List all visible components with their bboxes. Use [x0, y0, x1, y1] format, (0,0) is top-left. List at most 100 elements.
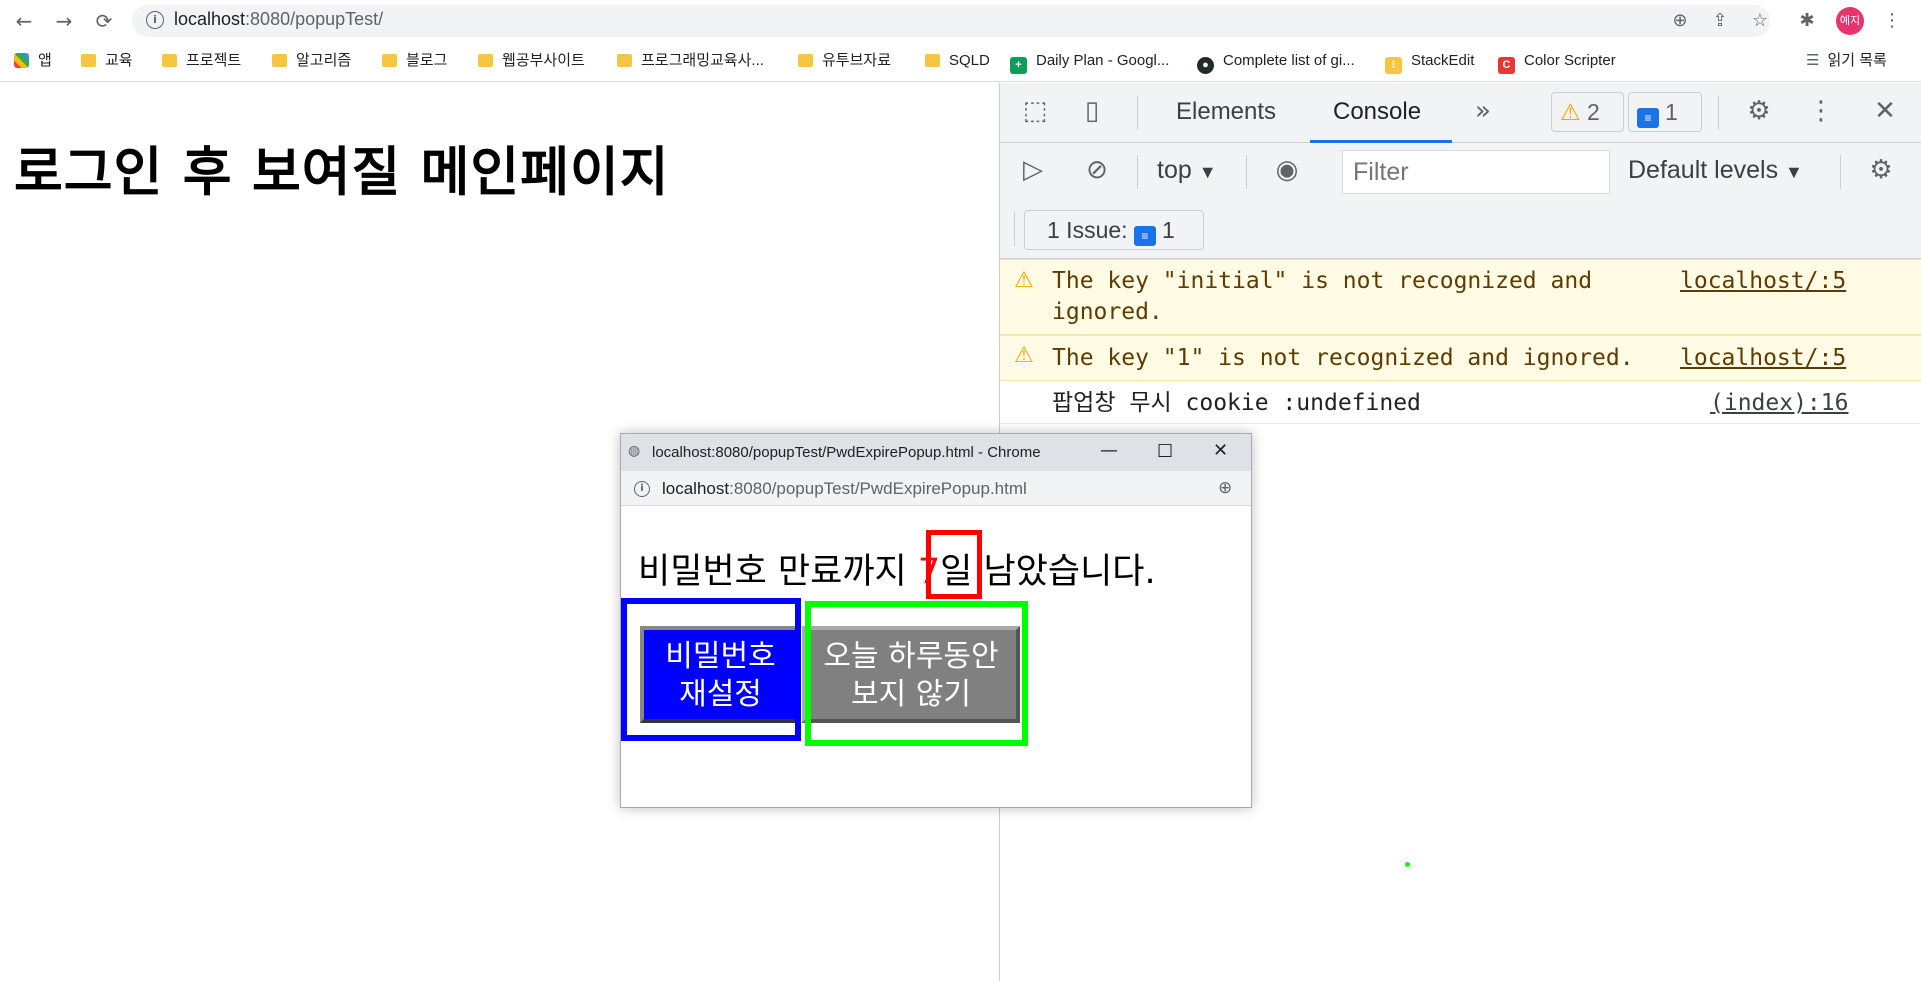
sidebar-toggle-icon[interactable]: ▷ [1016, 155, 1050, 189]
console-message: The key "initial" is not recognized and i… [1052, 266, 1652, 328]
url-host: localhost [174, 9, 246, 29]
bookmark-folder-youtube[interactable]: 유투브자료 [798, 50, 891, 72]
close-icon[interactable]: ✕ [1868, 96, 1902, 130]
message-prefix: 비밀번호 만료까지 [638, 552, 918, 592]
bookmark-folder-project[interactable]: 프로젝트 [162, 50, 241, 72]
zoom-icon[interactable]: ⊕ [1218, 478, 1232, 498]
url-text[interactable]: localhost:8080/popupTest/ [174, 9, 383, 30]
reading-list-label: 읽기 목록 [1827, 52, 1887, 69]
device-toolbar-icon[interactable]: ▯ [1075, 96, 1109, 130]
warning-icon: ⚠ [1014, 268, 1034, 293]
eye-icon[interactable]: ◉ [1270, 155, 1304, 189]
site-info-icon[interactable]: i [146, 11, 164, 29]
messages-badge[interactable]: ≡ 1 [1628, 92, 1702, 132]
reading-list[interactable]: ☰ 읽기 목록 [1806, 50, 1887, 72]
warning-icon: ⚠ [1560, 99, 1581, 125]
bookmark-label: Complete list of gi... [1223, 52, 1355, 69]
bookmark-apps[interactable]: 앱 [14, 50, 52, 72]
console-settings-icon[interactable]: ⚙ [1864, 155, 1898, 189]
stackedit-icon: ⁝ [1385, 57, 1402, 74]
divider [1137, 96, 1138, 130]
folder-icon [81, 54, 96, 67]
bookmark-folder-programming[interactable]: 프로그래밍교육사... [617, 50, 764, 72]
bookmark-github-list[interactable]: ● Complete list of gi... [1197, 50, 1355, 74]
message-source-link[interactable]: localhost/:5 [1680, 266, 1860, 297]
log-levels-value: Default levels [1628, 156, 1779, 184]
bookmark-folder-websites[interactable]: 웹공부사이트 [478, 50, 585, 72]
bookmark-folder-algorithm[interactable]: 알고리즘 [272, 50, 351, 72]
bookmark-label: 알고리즘 [296, 52, 352, 69]
reload-icon[interactable]: ⟳ [91, 8, 117, 34]
message-line: ignored. [1052, 299, 1163, 325]
chevron-down-icon: ▼ [1785, 162, 1803, 182]
bookmark-label: 교육 [105, 52, 133, 69]
bookmark-stackedit[interactable]: ⁝ StackEdit [1385, 50, 1475, 74]
log-levels-select[interactable]: Default levels ▼ [1628, 156, 1803, 185]
divider [1246, 155, 1247, 189]
context-select[interactable]: top ▼ [1157, 156, 1217, 185]
bookmark-label: Daily Plan - Googl... [1036, 52, 1170, 69]
bookmark-label: 프로그래밍교육사... [641, 52, 764, 69]
issues-count: 1 [1161, 217, 1175, 243]
settings-gear-icon[interactable]: ⚙ [1742, 96, 1776, 130]
bookmark-folder-blog[interactable]: 블로그 [382, 50, 447, 72]
bookmark-daily-plan[interactable]: + Daily Plan - Googl... [1010, 50, 1170, 74]
bookmark-label: 프로젝트 [186, 52, 242, 69]
bookmark-label: Color Scripter [1524, 52, 1616, 69]
back-icon[interactable]: ← [11, 8, 37, 34]
share-icon[interactable]: ⇪ [1708, 9, 1732, 33]
avatar[interactable]: 예지 [1836, 7, 1864, 35]
bookmark-folder-sqld[interactable]: SQLD [925, 50, 990, 72]
minimize-icon[interactable]: — [1100, 440, 1118, 461]
close-icon[interactable]: ✕ [1213, 440, 1228, 461]
warnings-count: 2 [1587, 99, 1600, 125]
tab-elements[interactable]: Elements [1176, 98, 1276, 126]
folder-icon [162, 54, 177, 67]
folder-icon [798, 54, 813, 67]
folder-icon [382, 54, 397, 67]
warnings-badge[interactable]: ⚠ 2 [1551, 92, 1624, 132]
reading-list-icon: ☰ [1806, 52, 1820, 69]
message-source-link[interactable]: (index):16 [1710, 388, 1870, 419]
context-value: top [1157, 156, 1192, 184]
bookmark-folder-education[interactable]: 교육 [81, 50, 133, 72]
bookmark-color-scripter[interactable]: C Color Scripter [1498, 50, 1616, 74]
bookmark-star-icon[interactable]: ☆ [1748, 9, 1772, 33]
divider [1014, 212, 1015, 246]
divider [1137, 155, 1138, 189]
more-tabs-icon[interactable]: » [1466, 96, 1500, 130]
maximize-icon[interactable]: ☐ [1157, 441, 1173, 462]
console-message: 팝업창 무시 cookie :undefined [1052, 390, 1421, 416]
google-sheets-icon: + [1010, 57, 1027, 74]
site-info-icon[interactable]: i [634, 481, 650, 497]
url-host: localhost [662, 479, 730, 498]
page-title: 로그인 후 보여질 메인페이지 [14, 142, 670, 203]
folder-icon [925, 54, 940, 67]
forward-icon[interactable]: → [51, 8, 77, 34]
message-icon: ≡ [1637, 108, 1659, 128]
color-scripter-icon: C [1498, 57, 1515, 74]
bookmark-label: 블로그 [406, 52, 448, 69]
message-line: The key "initial" is not recognized and [1052, 268, 1593, 294]
issues-label: 1 Issue: [1047, 217, 1128, 243]
url-path: :8080/popupTest/PwdExpirePopup.html [729, 479, 1027, 498]
more-menu-icon[interactable]: ⋮ [1880, 9, 1904, 33]
popup-url[interactable]: localhost:8080/popupTest/PwdExpirePopup.… [662, 479, 1027, 499]
folder-icon [617, 54, 632, 67]
bookmark-label: StackEdit [1411, 52, 1475, 69]
globe-icon: ◍ [628, 443, 641, 459]
zoom-icon[interactable]: ⊕ [1668, 9, 1692, 33]
tab-console[interactable]: Console [1333, 98, 1421, 126]
devtools-menu-icon[interactable]: ⋮ [1804, 96, 1838, 130]
filter-input[interactable] [1342, 150, 1610, 194]
inspect-element-icon[interactable]: ⬚ [1018, 96, 1052, 130]
extensions-icon[interactable]: ✱ [1795, 9, 1819, 33]
console-message: The key "1" is not recognized and ignore… [1052, 345, 1634, 371]
warning-icon: ⚠ [1014, 343, 1034, 368]
bookmark-label: 웹공부사이트 [502, 52, 585, 69]
issues-button[interactable]: 1 Issue: ≡ 1 [1024, 210, 1204, 250]
message-source-link[interactable]: localhost/:5 [1680, 343, 1860, 374]
clear-console-icon[interactable]: ⊘ [1080, 155, 1114, 189]
expiry-message: 비밀번호 만료까지 7일 남았습니다. [638, 543, 1156, 594]
apps-grid-icon [14, 53, 29, 68]
